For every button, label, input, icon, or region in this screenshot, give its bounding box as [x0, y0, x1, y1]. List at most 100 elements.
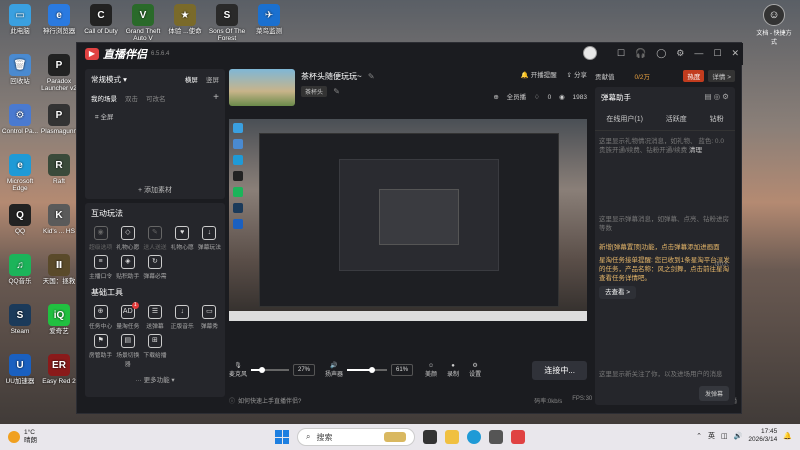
tool-button[interactable]: ↻ 弹幕必需: [141, 255, 168, 280]
edit-tag-icon[interactable]: ✎: [333, 87, 340, 96]
minimize-button[interactable]: —: [694, 48, 703, 58]
tool-button[interactable]: ◈ 贴积助手: [114, 255, 141, 280]
clock[interactable]: 17:45 2026/3/14: [748, 428, 777, 444]
desktop-icon[interactable]: iQ 爱奇艺: [40, 304, 78, 335]
desktop-icon[interactable]: S Steam: [1, 304, 39, 335]
speaker-slider[interactable]: [347, 367, 388, 373]
desktop-icon[interactable]: V Grand Theft Auto V: [124, 4, 162, 42]
scene-item-fullscreen[interactable]: ⌗ 全屏: [85, 105, 225, 128]
tool-button[interactable]: ≡ 主播口令: [87, 255, 114, 280]
message-icon[interactable]: ☐: [617, 48, 625, 59]
desktop-icon[interactable]: Ⅱ 天国：拯救: [40, 254, 78, 285]
network-icon[interactable]: ◫: [721, 432, 728, 440]
tab-activity[interactable]: 活跃度: [666, 114, 687, 124]
desktop-icon[interactable]: e Microsoft Edge: [1, 154, 39, 192]
speaker-percent[interactable]: 61%: [391, 364, 414, 376]
tool-button[interactable]: ⊕ 任务中心: [87, 305, 114, 330]
desktop-shortcut-documents[interactable]: ☺ 文档 - 快捷方式: [754, 4, 794, 46]
add-material-button[interactable]: + 添加素材: [85, 183, 225, 199]
headset-icon[interactable]: 🎧: [635, 48, 646, 59]
desktop-icon[interactable]: K Kid's ... HS: [40, 204, 78, 235]
details-button[interactable]: 详情 >: [708, 70, 735, 82]
tool-button[interactable]: ⚑ 房管助手: [87, 334, 114, 368]
tool-button[interactable]: ↓ 正版音乐: [169, 305, 196, 330]
help-link[interactable]: 如何快速上手直播伴侣?: [238, 396, 301, 405]
tab-online-users[interactable]: 在线用户(1): [606, 114, 643, 124]
tab-my-scenes[interactable]: 我的场景: [91, 93, 117, 103]
tool-button[interactable]: ▭ 弹幕秀: [196, 305, 223, 330]
danmu-tool-icons[interactable]: ▤ ◎ ⚙: [704, 92, 729, 103]
tool-button[interactable]: ◇ 礼物心愿: [114, 226, 141, 251]
close-button[interactable]: ✕: [731, 48, 739, 59]
desktop-icon[interactable]: Q QQ: [1, 204, 39, 235]
avatar[interactable]: [582, 46, 597, 60]
desktop-icon[interactable]: P Plasmagunn: [40, 104, 78, 135]
desktop-icon[interactable]: P Paradox Launcher v2: [40, 54, 78, 92]
mic-percent[interactable]: 27%: [293, 364, 316, 376]
notice-pin[interactable]: 新增[弹幕置顶]功能，点击弹幕添加进画面: [599, 243, 731, 252]
weather-widget[interactable]: 1°C 晴朗: [8, 429, 37, 445]
tool-button[interactable]: ↓ 弹幕玩法: [196, 226, 223, 251]
tool-button[interactable]: ▤ 场景切换器: [114, 334, 141, 368]
store-icon[interactable]: [489, 430, 503, 444]
clear-button[interactable]: 清理: [689, 147, 702, 154]
stream-preview[interactable]: [229, 119, 587, 321]
send-danmu-button[interactable]: 发弹幕: [698, 386, 729, 401]
gear-icon[interactable]: ⚙: [676, 48, 684, 59]
file-explorer-icon[interactable]: [445, 430, 459, 444]
tool-button[interactable]: AD 1 量淘任务: [114, 302, 141, 330]
speaker-control[interactable]: 🔊 扬声器: [325, 362, 343, 378]
hot-badge[interactable]: 热度: [683, 70, 705, 82]
share-button[interactable]: 分享: [574, 72, 587, 79]
maximize-button[interactable]: ☐: [713, 48, 721, 59]
desktop-icon[interactable]: e 神行浏览器: [40, 4, 78, 35]
tab-diamond-fans[interactable]: 钻粉: [710, 114, 724, 124]
desktop-icon[interactable]: U UU加速器: [1, 354, 39, 385]
desktop-icon[interactable]: C Call of Duty: [82, 4, 120, 35]
desktop-icon[interactable]: ▭ 此电脑: [1, 4, 39, 35]
tool-button[interactable]: ☰ 送弹幕: [141, 305, 168, 330]
chevron-up-icon[interactable]: ⌃: [696, 432, 702, 440]
more-functions-button[interactable]: ··· 更多功能 ▾: [85, 370, 225, 388]
live-companion-taskbar-icon[interactable]: [511, 430, 525, 444]
connect-button[interactable]: 连接中...: [532, 360, 587, 380]
edit-icon[interactable]: ✎: [368, 72, 375, 81]
desktop-icon[interactable]: ⚙ Control Pa...: [1, 104, 39, 135]
window-controls: ☐ 🎧 ◯ ⚙ — ☐ ✕: [582, 46, 739, 60]
desktop-icon[interactable]: R Raft: [40, 154, 78, 185]
live-reminder-button[interactable]: 开播提醒: [531, 72, 557, 79]
notification-icon[interactable]: 🔔: [783, 432, 792, 440]
tool-button[interactable]: ⊞ 下载给播: [141, 334, 168, 368]
stream-cover[interactable]: [229, 69, 295, 106]
mode-select[interactable]: 常规模式 ▾: [91, 74, 127, 85]
ime-language[interactable]: 英: [708, 431, 715, 441]
desktop-icon[interactable]: ER Easy Red 2: [40, 354, 78, 385]
tool-button[interactable]: ◉ 超级选项: [87, 226, 114, 251]
start-button[interactable]: [275, 430, 289, 444]
edge-icon[interactable]: [467, 430, 481, 444]
task-view-icon[interactable]: [423, 430, 437, 444]
mic-slider[interactable]: [251, 367, 290, 373]
visibility-button[interactable]: ⊕ 全员播: [493, 94, 526, 101]
category-tag[interactable]: 茶杯头: [301, 86, 328, 97]
record-button[interactable]: ● 录制: [447, 363, 459, 378]
tab-landscape[interactable]: 横屏: [185, 77, 198, 84]
desktop-icon[interactable]: ♫ QQ音乐: [1, 254, 39, 285]
settings-button[interactable]: ⚙ 设置: [469, 362, 481, 378]
desktop-icon[interactable]: ★ 体验 ...使命: [166, 4, 204, 35]
beauty-button[interactable]: ☺ 美颜: [425, 363, 437, 378]
add-scene-button[interactable]: +: [213, 92, 219, 103]
view-task-button[interactable]: 去查看 >: [599, 286, 637, 299]
stream-title[interactable]: 茶杯头随便玩玩~: [301, 72, 362, 81]
search-box[interactable]: ⌕ 搜索: [297, 428, 415, 446]
desktop-icon[interactable]: ✈ 菜鸟监测: [250, 4, 288, 35]
desktop-icon[interactable]: S Sons Of The Forest: [208, 4, 246, 42]
tool-button[interactable]: ♥ 礼物心愿: [169, 226, 196, 251]
mic-control[interactable]: 🎙 麦克风: [229, 362, 247, 378]
tool-button[interactable]: ✎ 送人送送: [141, 226, 168, 251]
desktop-icon[interactable]: 🗑 回收站: [1, 54, 39, 85]
tab-portrait[interactable]: 竖屏: [206, 77, 219, 84]
record-icon[interactable]: ◯: [656, 48, 666, 59]
volume-icon[interactable]: 🔊: [734, 432, 743, 440]
desktop-icon-label: Call of Duty: [84, 28, 118, 35]
